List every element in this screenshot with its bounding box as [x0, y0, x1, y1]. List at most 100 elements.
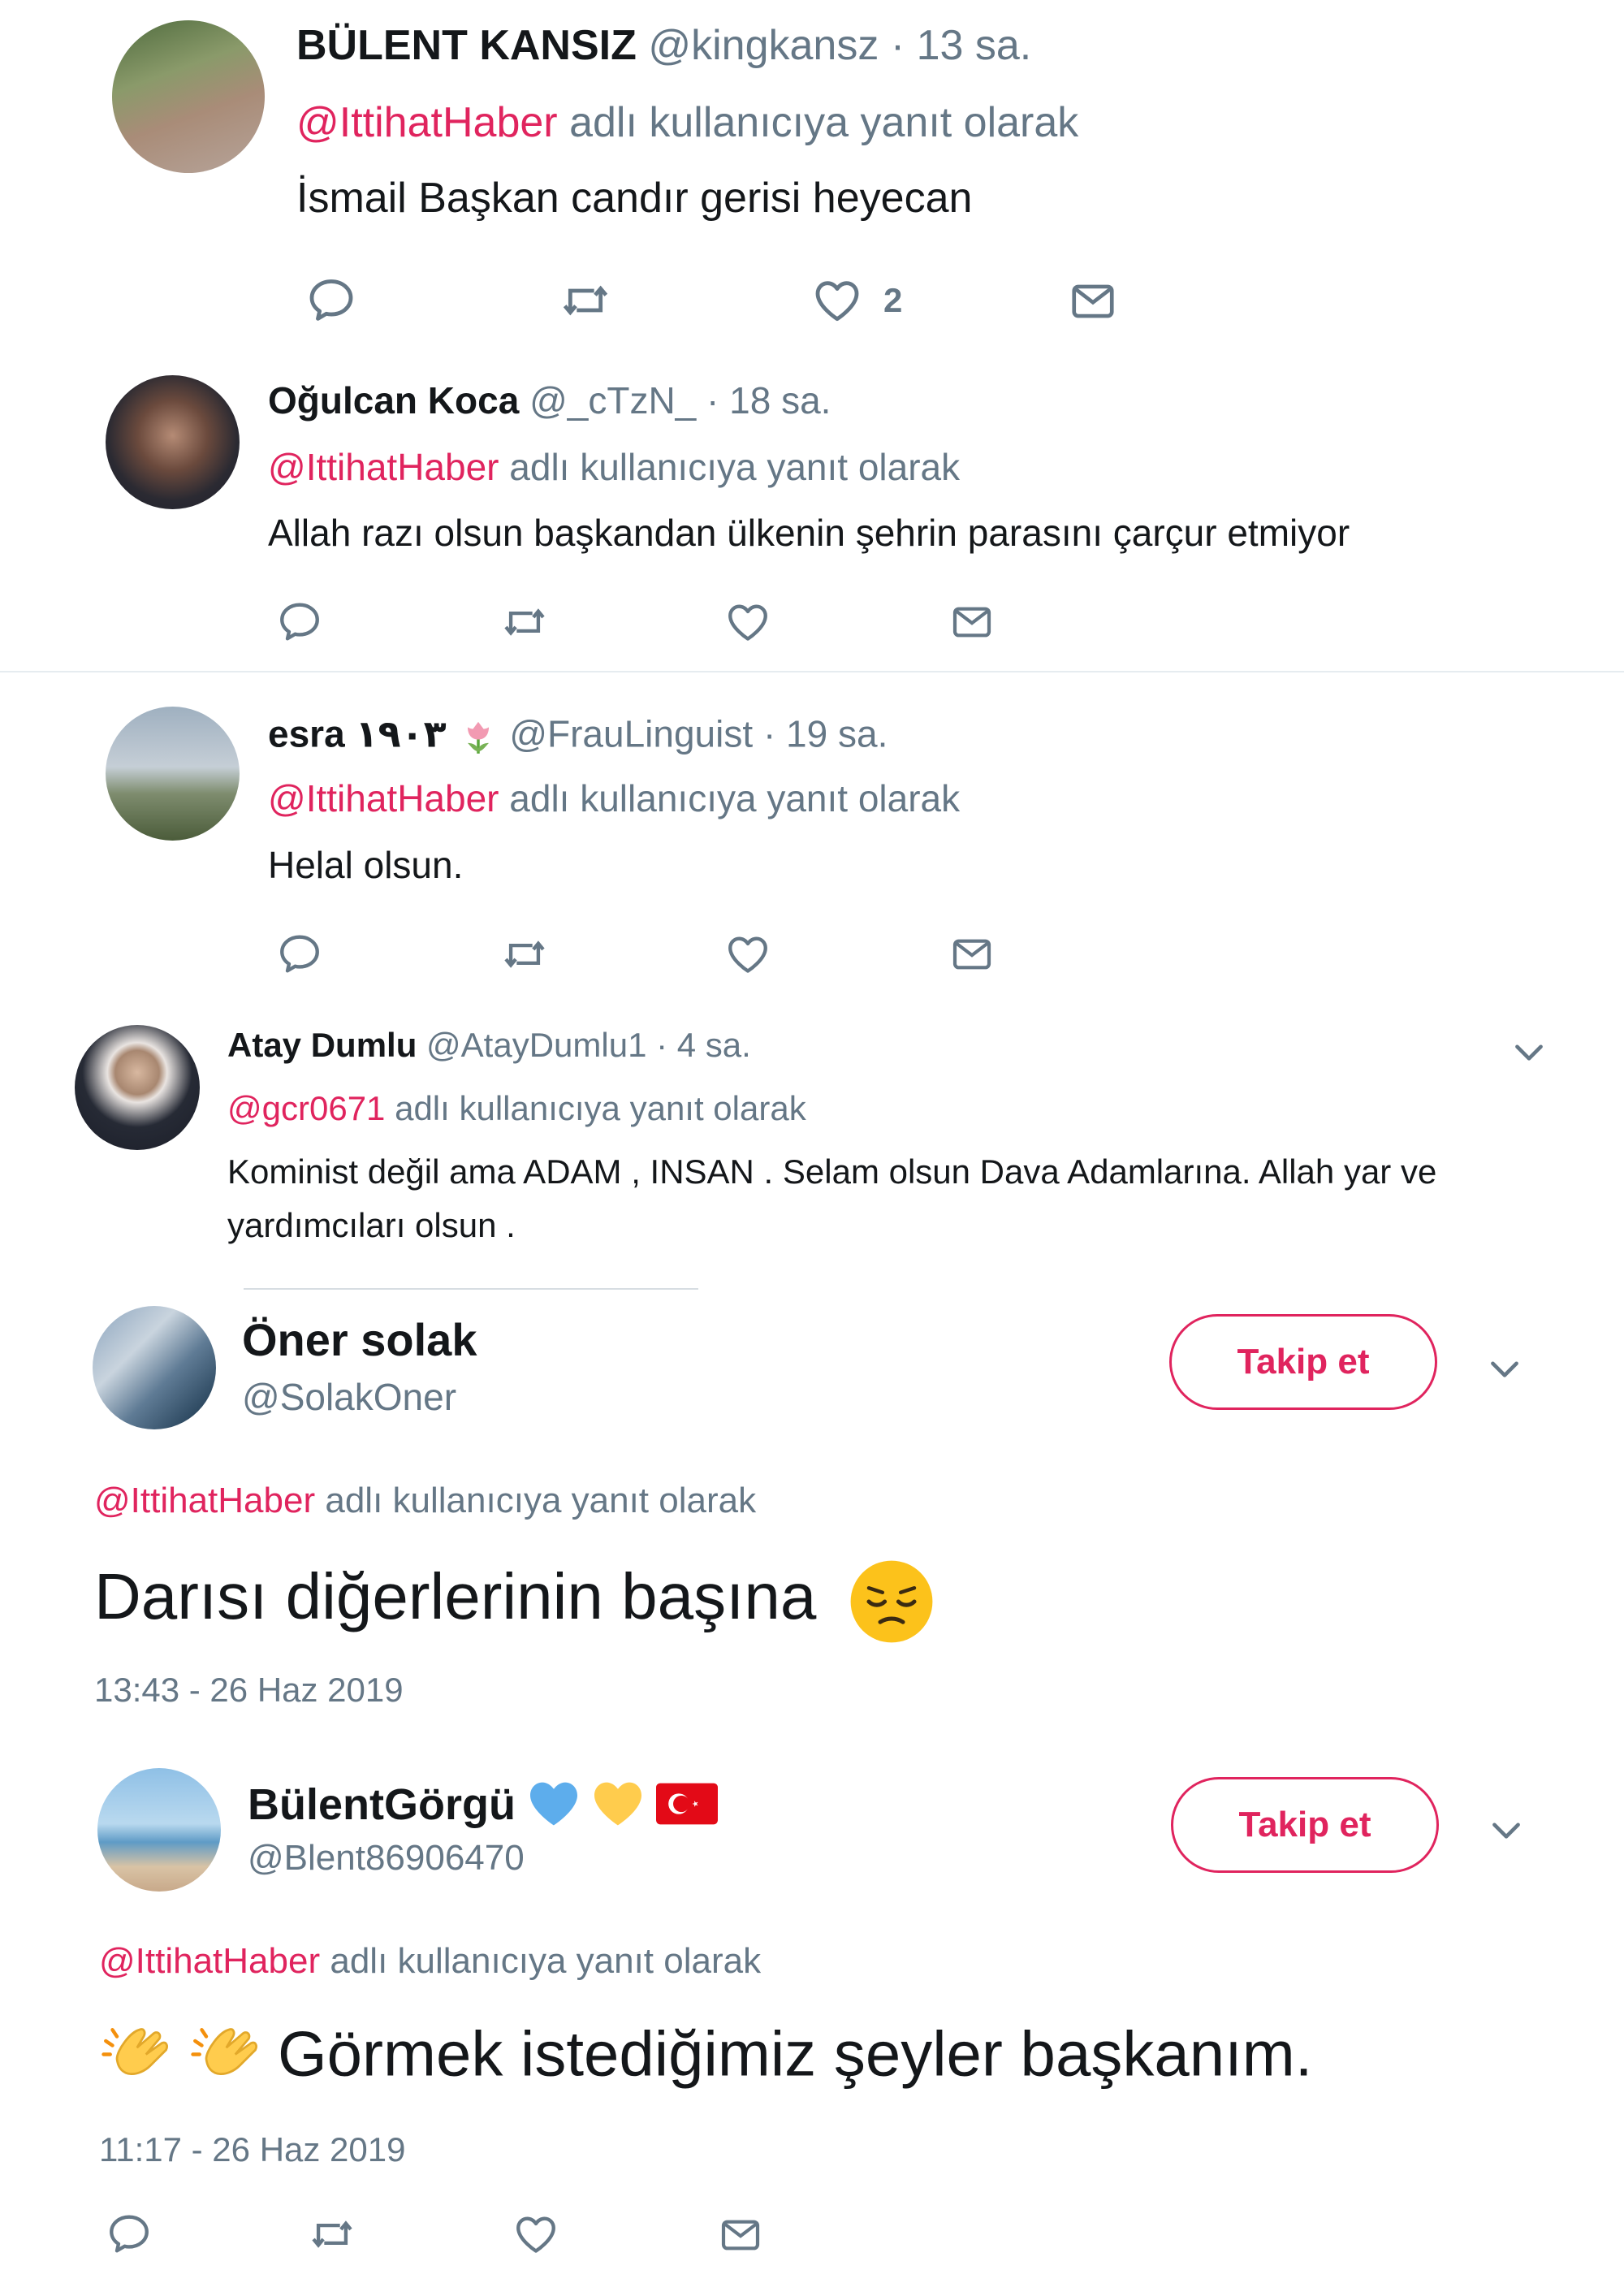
reply-icon: [276, 931, 323, 978]
tweet-text-container: Darısı diğerlerinin başına: [94, 1556, 937, 1647]
dm-icon: [1066, 276, 1120, 326]
dm-button[interactable]: [948, 932, 996, 977]
reply-button[interactable]: [276, 931, 323, 978]
avatar[interactable]: [106, 375, 240, 509]
turkey-flag-icon: [656, 1783, 719, 1832]
retweet-button[interactable]: [306, 2211, 358, 2258]
tweet-text-container: Görmek istediğimiz şeyler başkanım.: [99, 2018, 1312, 2099]
chevron-down-icon: [1484, 1348, 1525, 1389]
tweet-text: Allah razı olsun başkandan ülkenin şehri…: [268, 512, 1350, 554]
more-options-button[interactable]: [1486, 1810, 1527, 1854]
tweet-text-line-1: Kominist değil ama ADAM , INSAN . Selam …: [227, 1152, 1437, 1191]
like-button[interactable]: [512, 2211, 560, 2258]
reply-icon: [106, 2211, 153, 2258]
reply-context: @IttihatHaber adlı kullanıcıya yanıt ola…: [94, 1483, 756, 1519]
retweet-icon: [306, 2211, 358, 2258]
reply-label: adlı kullanıcıya yanıt olarak: [395, 1089, 806, 1127]
like-icon: [723, 599, 772, 646]
reply-label: adlı kullanıcıya yanıt olarak: [569, 99, 1079, 146]
mention-link[interactable]: @gcr0671: [227, 1089, 385, 1127]
handle[interactable]: @_cTzN_: [529, 379, 696, 422]
handle[interactable]: @AtayDumlu1: [426, 1026, 646, 1064]
reply-button[interactable]: [305, 275, 357, 326]
avatar[interactable]: [93, 1306, 216, 1429]
follow-button[interactable]: Takip et: [1171, 1777, 1439, 1873]
retweet-button[interactable]: [557, 275, 614, 326]
like-icon: [512, 2211, 560, 2258]
tweet-timestamp[interactable]: 13:43 - 26 Haz 2019: [94, 1673, 404, 1707]
reply-label: adlı kullanıcıya yanıt olarak: [330, 1941, 762, 1981]
clapping-hands-icon: [188, 2018, 278, 2099]
handle[interactable]: @FrauLinguist: [509, 713, 753, 755]
retweet-icon: [499, 931, 551, 978]
more-options-button[interactable]: [1484, 1348, 1525, 1393]
yellow-heart-icon: [592, 1780, 644, 1835]
dm-button[interactable]: [1066, 276, 1120, 326]
mention-link[interactable]: @IttihatHaber: [94, 1481, 315, 1520]
tweet-text: Görmek istediğimiz şeyler başkanım.: [278, 2017, 1313, 2090]
pensive-face-icon: [835, 1556, 937, 1647]
like-button[interactable]: [723, 931, 772, 978]
reply-button[interactable]: [106, 2211, 153, 2258]
tweet-text: Helal olsun.: [268, 844, 464, 886]
avatar[interactable]: [75, 1025, 200, 1150]
timestamp[interactable]: · 18 sa.: [706, 379, 831, 422]
tweet-text: İsmail Başkan candır gerisi heyecan: [296, 175, 973, 222]
handle[interactable]: @SolakOner: [242, 1378, 456, 1416]
mention-link[interactable]: @IttihatHaber: [268, 446, 499, 488]
retweet-button[interactable]: [499, 599, 551, 646]
clapping-hands-icon: [99, 2018, 188, 2099]
display-name[interactable]: esra ١٩٠٣: [268, 713, 447, 755]
tweet-text-line-2: yardımcıları olsun .: [227, 1206, 516, 1244]
divider: [244, 1288, 698, 1290]
reply-context: @IttihatHaber adlı kullanıcıya yanıt ola…: [99, 1944, 761, 1979]
dm-icon: [948, 599, 996, 645]
retweet-icon: [557, 275, 614, 326]
reply-context: @IttihatHaber adlı kullanıcıya yanıt ola…: [268, 448, 960, 486]
mention-link[interactable]: @IttihatHaber: [99, 1941, 320, 1981]
display-name[interactable]: Atay Dumlu: [227, 1026, 417, 1064]
like-button[interactable]: 2: [810, 275, 902, 326]
retweet-icon: [499, 599, 551, 646]
handle[interactable]: @kingkansz: [648, 22, 879, 69]
chevron-down-icon: [1486, 1810, 1527, 1850]
dm-icon: [716, 2212, 765, 2258]
reply-label: adlı kullanıcıya yanıt olarak: [325, 1481, 757, 1520]
like-icon: [810, 275, 864, 326]
tweet-text: Darısı diğerlerinin başına: [94, 1560, 817, 1633]
like-count: 2: [883, 281, 903, 319]
tweet-timestamp[interactable]: 11:17 - 26 Haz 2019: [99, 2133, 406, 2167]
avatar[interactable]: [106, 707, 240, 841]
chevron-down-icon: [1509, 1031, 1549, 1072]
mention-link[interactable]: @IttihatHaber: [268, 777, 499, 819]
like-button[interactable]: [723, 599, 772, 646]
display-name[interactable]: Oğulcan Koca: [268, 379, 519, 422]
timestamp[interactable]: · 19 sa.: [763, 713, 888, 755]
reply-label: adlı kullanıcıya yanıt olarak: [509, 777, 961, 819]
dm-button[interactable]: [716, 2212, 765, 2258]
follow-button[interactable]: Takip et: [1169, 1314, 1437, 1410]
reply-icon: [276, 599, 323, 646]
avatar[interactable]: [112, 20, 265, 173]
mention-link[interactable]: @IttihatHaber: [296, 99, 558, 146]
timestamp[interactable]: · 13 sa.: [891, 22, 1031, 69]
handle[interactable]: @Blent86906470: [248, 1840, 525, 1876]
display-name[interactable]: Öner solak: [242, 1317, 477, 1363]
reply-button[interactable]: [276, 599, 323, 646]
avatar[interactable]: [97, 1768, 221, 1892]
blue-heart-icon: [528, 1780, 580, 1835]
display-name[interactable]: BülentGörgü: [248, 1780, 516, 1829]
timestamp[interactable]: · 4 sa.: [656, 1026, 751, 1064]
display-name[interactable]: BÜLENT KANSIZ: [296, 22, 637, 69]
reply-context: @IttihatHaber adlı kullanıcıya yanıt ola…: [268, 780, 960, 817]
like-icon: [723, 931, 772, 978]
reply-context: @gcr0671 adlı kullanıcıya yanıt olarak: [227, 1092, 806, 1126]
reply-icon: [305, 275, 357, 326]
reply-label: adlı kullanıcıya yanıt olarak: [509, 446, 961, 488]
more-options-button[interactable]: [1509, 1031, 1549, 1076]
retweet-button[interactable]: [499, 931, 551, 978]
tulip-icon: [457, 713, 499, 761]
dm-icon: [948, 932, 996, 977]
divider: [0, 671, 1624, 672]
dm-button[interactable]: [948, 599, 996, 645]
